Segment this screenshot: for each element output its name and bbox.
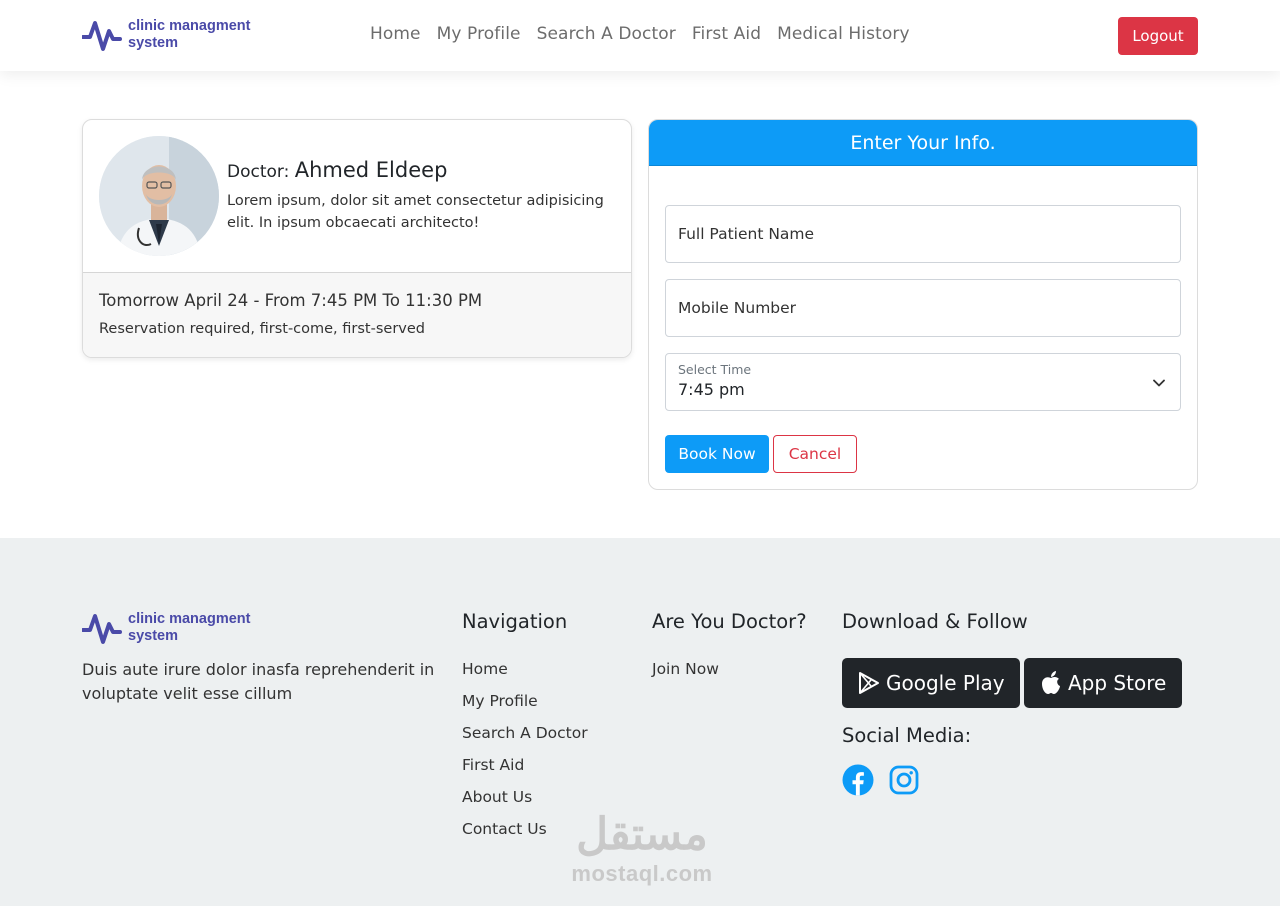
footer-link-my-profile[interactable]: My Profile	[462, 690, 588, 722]
nav-link-my-profile[interactable]: My Profile	[437, 24, 521, 44]
doctor-prefix: Doctor:	[227, 162, 290, 182]
heartbeat-icon	[82, 21, 122, 51]
nav-link-search-doctor[interactable]: Search A Doctor	[537, 24, 676, 44]
footer-doctor-list: Join Now	[652, 658, 719, 690]
nav-link-home[interactable]: Home	[370, 24, 421, 44]
social-media-title: Social Media:	[842, 724, 972, 747]
footer-link-search-doctor[interactable]: Search A Doctor	[462, 722, 588, 754]
doctor-card: Doctor: Ahmed Eldeep Lorem ipsum, dolor …	[82, 119, 632, 358]
footer-doctor-title: Are You Doctor?	[652, 610, 807, 633]
doctor-card-footer: Tomorrow April 24 - From 7:45 PM To 11:3…	[83, 273, 631, 357]
patient-name-field	[665, 205, 1181, 263]
watermark-arabic: مستقل	[576, 810, 708, 859]
google-play-icon	[859, 672, 879, 694]
patient-name-input[interactable]	[666, 206, 1180, 262]
time-select-label: Select Time	[678, 362, 752, 377]
mobile-number-input[interactable]	[666, 280, 1180, 336]
booking-form: Enter Your Info. Select Time 7:45 pm Boo…	[648, 119, 1198, 490]
apple-icon	[1042, 671, 1060, 694]
app-store-label: App Store	[1068, 671, 1167, 695]
time-select[interactable]: Select Time 7:45 pm	[665, 353, 1181, 411]
footer-link-first-aid[interactable]: First Aid	[462, 754, 588, 786]
nav-link-medical-history[interactable]: Medical History	[777, 24, 910, 44]
brand-name: clinic managment system	[128, 18, 268, 52]
logout-button[interactable]: Logout	[1118, 17, 1198, 55]
footer-brand-name-line2: system	[128, 628, 178, 644]
footer-download-title: Download & Follow	[842, 610, 1028, 633]
doctor-description: Lorem ipsum, dolor sit amet consectetur …	[227, 193, 604, 231]
footer-link-home[interactable]: Home	[462, 658, 588, 690]
footer: clinic managment system Duis aute irure …	[0, 538, 1280, 906]
watermark-latin: mostaql.com	[571, 861, 713, 886]
instagram-icon[interactable]	[888, 764, 920, 796]
time-select-value: 7:45 pm	[678, 380, 745, 399]
google-play-label: Google Play	[886, 671, 1005, 695]
doctor-schedule: Tomorrow April 24 - From 7:45 PM To 11:3…	[99, 291, 483, 310]
doctor-avatar	[99, 136, 219, 256]
chevron-down-icon	[1153, 379, 1165, 387]
cancel-button[interactable]: Cancel	[773, 435, 857, 473]
navbar: clinic managment system Home My Profile …	[0, 0, 1280, 71]
footer-navigation-title: Navigation	[462, 610, 568, 633]
footer-brand-name: clinic managment system	[128, 611, 268, 645]
google-play-button[interactable]: Google Play	[842, 658, 1020, 708]
reservation-note: Reservation required, first-come, first-…	[99, 321, 425, 337]
brand-name-line1: clinic managment	[128, 18, 251, 34]
doctor-heading: Doctor: Ahmed Eldeep	[227, 158, 447, 182]
book-now-button[interactable]: Book Now	[665, 435, 769, 473]
footer-brand-logo[interactable]: clinic managment system	[82, 610, 268, 646]
footer-brand-name-line1: clinic managment	[128, 611, 251, 627]
footer-description: Duis aute irure dolor inasfa reprehender…	[82, 660, 435, 703]
main-nav: Home My Profile Search A Doctor First Ai…	[370, 24, 910, 44]
form-title: Enter Your Info.	[649, 120, 1197, 166]
brand-name-line2: system	[128, 35, 178, 51]
mobile-number-field	[665, 279, 1181, 337]
doctor-name: Ahmed Eldeep	[294, 158, 448, 182]
heartbeat-icon	[82, 614, 122, 644]
nav-link-first-aid[interactable]: First Aid	[692, 24, 761, 44]
facebook-icon[interactable]	[842, 764, 874, 796]
brand-logo[interactable]: clinic managment system	[82, 17, 268, 53]
app-store-button[interactable]: App Store	[1024, 658, 1182, 708]
mostaql-watermark: مستقل mostaql.com	[562, 808, 722, 886]
doctor-card-body: Doctor: Ahmed Eldeep Lorem ipsum, dolor …	[83, 120, 631, 273]
footer-link-join-now[interactable]: Join Now	[652, 658, 719, 690]
